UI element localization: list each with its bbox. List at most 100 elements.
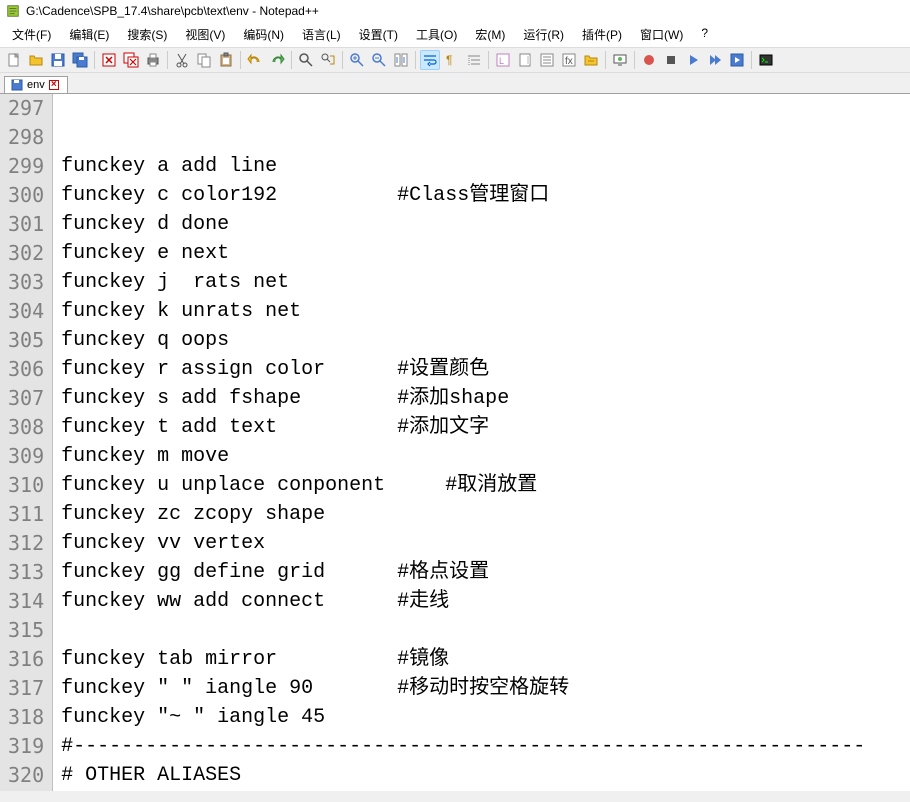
- line-number: 310: [8, 471, 44, 500]
- save-all-icon[interactable]: [70, 50, 90, 70]
- code-line[interactable]: # OTHER ALIASES: [61, 761, 910, 790]
- code-line[interactable]: funckey r assign color #设置颜色: [61, 355, 910, 384]
- menu-help[interactable]: ?: [693, 24, 716, 45]
- line-number: 304: [8, 297, 44, 326]
- code-line[interactable]: funckey u unplace conponent #取消放置: [61, 471, 910, 500]
- code-line[interactable]: funckey tab mirror #镜像: [61, 645, 910, 674]
- console-icon[interactable]: [756, 50, 776, 70]
- code-line[interactable]: funckey m move: [61, 442, 910, 471]
- close-all-icon[interactable]: [121, 50, 141, 70]
- play-macro-multi-icon[interactable]: [705, 50, 725, 70]
- file-tab-icon: [11, 79, 23, 91]
- editor[interactable]: 2972982993003013023033043053063073083093…: [0, 94, 910, 791]
- play-macro-icon[interactable]: [683, 50, 703, 70]
- monitor-icon[interactable]: [610, 50, 630, 70]
- line-number: 308: [8, 413, 44, 442]
- menu-window[interactable]: 窗口(W): [632, 24, 691, 45]
- line-number: 299: [8, 152, 44, 181]
- record-macro-icon[interactable]: [639, 50, 659, 70]
- code-line[interactable]: [61, 616, 910, 645]
- menu-run[interactable]: 运行(R): [515, 24, 572, 45]
- line-number: 317: [8, 674, 44, 703]
- code-area[interactable]: funckey a add linefunckey c color192 #Cl…: [53, 94, 910, 791]
- zoom-in-icon[interactable]: [347, 50, 367, 70]
- code-line[interactable]: funckey j rats net: [61, 268, 910, 297]
- code-line[interactable]: funckey e next: [61, 239, 910, 268]
- toolbar: ¶ L fx: [0, 47, 910, 73]
- replace-icon[interactable]: [318, 50, 338, 70]
- indent-guide-icon[interactable]: [464, 50, 484, 70]
- code-line[interactable]: funckey vv vertex: [61, 529, 910, 558]
- line-number: 305: [8, 326, 44, 355]
- new-file-icon[interactable]: [4, 50, 24, 70]
- tab-label: env: [27, 79, 45, 91]
- notepadpp-icon: [6, 4, 20, 18]
- save-macro-icon[interactable]: [727, 50, 747, 70]
- find-icon[interactable]: [296, 50, 316, 70]
- menubar: 文件(F) 编辑(E) 搜索(S) 视图(V) 编码(N) 语言(L) 设置(T…: [0, 22, 910, 47]
- code-line[interactable]: funckey q oops: [61, 326, 910, 355]
- code-line[interactable]: funckey a add line: [61, 152, 910, 181]
- menu-file[interactable]: 文件(F): [4, 24, 59, 45]
- line-number: 298: [8, 123, 44, 152]
- code-line[interactable]: funckey "~ " iangle 45: [61, 703, 910, 732]
- line-number: 319: [8, 732, 44, 761]
- line-number-gutter: 2972982993003013023033043053063073083093…: [0, 94, 53, 791]
- menu-plugins[interactable]: 插件(P): [574, 24, 630, 45]
- menu-tools[interactable]: 工具(O): [408, 24, 465, 45]
- code-line[interactable]: funckey " " iangle 90 #移动时按空格旋转: [61, 674, 910, 703]
- show-all-chars-icon[interactable]: ¶: [442, 50, 462, 70]
- line-number: 306: [8, 355, 44, 384]
- zoom-out-icon[interactable]: [369, 50, 389, 70]
- folder-workspace-icon[interactable]: [581, 50, 601, 70]
- menu-view[interactable]: 视图(V): [177, 24, 233, 45]
- language-icon[interactable]: L: [493, 50, 513, 70]
- code-line[interactable]: funckey s add fshape #添加shape: [61, 384, 910, 413]
- copy-icon[interactable]: [194, 50, 214, 70]
- code-line[interactable]: [61, 94, 910, 123]
- titlebar: G:\Cadence\SPB_17.4\share\pcb\text\env -…: [0, 0, 910, 22]
- menu-edit[interactable]: 编辑(E): [61, 24, 117, 45]
- tab-env[interactable]: env ×: [4, 76, 68, 93]
- svg-text:L: L: [499, 56, 504, 66]
- stop-macro-icon[interactable]: [661, 50, 681, 70]
- line-number: 307: [8, 384, 44, 413]
- line-number: 301: [8, 210, 44, 239]
- menu-macro[interactable]: 宏(M): [467, 24, 513, 45]
- line-number: 314: [8, 587, 44, 616]
- sync-scroll-icon[interactable]: [391, 50, 411, 70]
- svg-text:fx: fx: [565, 56, 573, 67]
- window-title: G:\Cadence\SPB_17.4\share\pcb\text\env -…: [26, 4, 319, 18]
- menu-language[interactable]: 语言(L): [294, 24, 349, 45]
- code-line[interactable]: funckey zc zcopy shape: [61, 500, 910, 529]
- line-number: 311: [8, 500, 44, 529]
- code-line[interactable]: funckey d done: [61, 210, 910, 239]
- doc-list-icon[interactable]: [537, 50, 557, 70]
- word-wrap-icon[interactable]: [420, 50, 440, 70]
- code-line[interactable]: [61, 123, 910, 152]
- tabbar: env ×: [0, 73, 910, 94]
- line-number: 316: [8, 645, 44, 674]
- print-icon[interactable]: [143, 50, 163, 70]
- save-icon[interactable]: [48, 50, 68, 70]
- code-line[interactable]: funckey gg define grid #格点设置: [61, 558, 910, 587]
- tab-close-icon[interactable]: ×: [49, 80, 59, 90]
- code-line[interactable]: funckey c color192 #Class管理窗口: [61, 181, 910, 210]
- line-number: 309: [8, 442, 44, 471]
- line-number: 318: [8, 703, 44, 732]
- code-line[interactable]: funckey t add text #添加文字: [61, 413, 910, 442]
- function-list-icon[interactable]: fx: [559, 50, 579, 70]
- undo-icon[interactable]: [245, 50, 265, 70]
- menu-encoding[interactable]: 编码(N): [235, 24, 292, 45]
- menu-settings[interactable]: 设置(T): [351, 24, 406, 45]
- code-line[interactable]: funckey ww add connect #走线: [61, 587, 910, 616]
- open-file-icon[interactable]: [26, 50, 46, 70]
- code-line[interactable]: #---------------------------------------…: [61, 732, 910, 761]
- menu-search[interactable]: 搜索(S): [119, 24, 175, 45]
- paste-icon[interactable]: [216, 50, 236, 70]
- cut-icon[interactable]: [172, 50, 192, 70]
- close-icon[interactable]: [99, 50, 119, 70]
- doc-map-icon[interactable]: [515, 50, 535, 70]
- code-line[interactable]: funckey k unrats net: [61, 297, 910, 326]
- redo-icon[interactable]: [267, 50, 287, 70]
